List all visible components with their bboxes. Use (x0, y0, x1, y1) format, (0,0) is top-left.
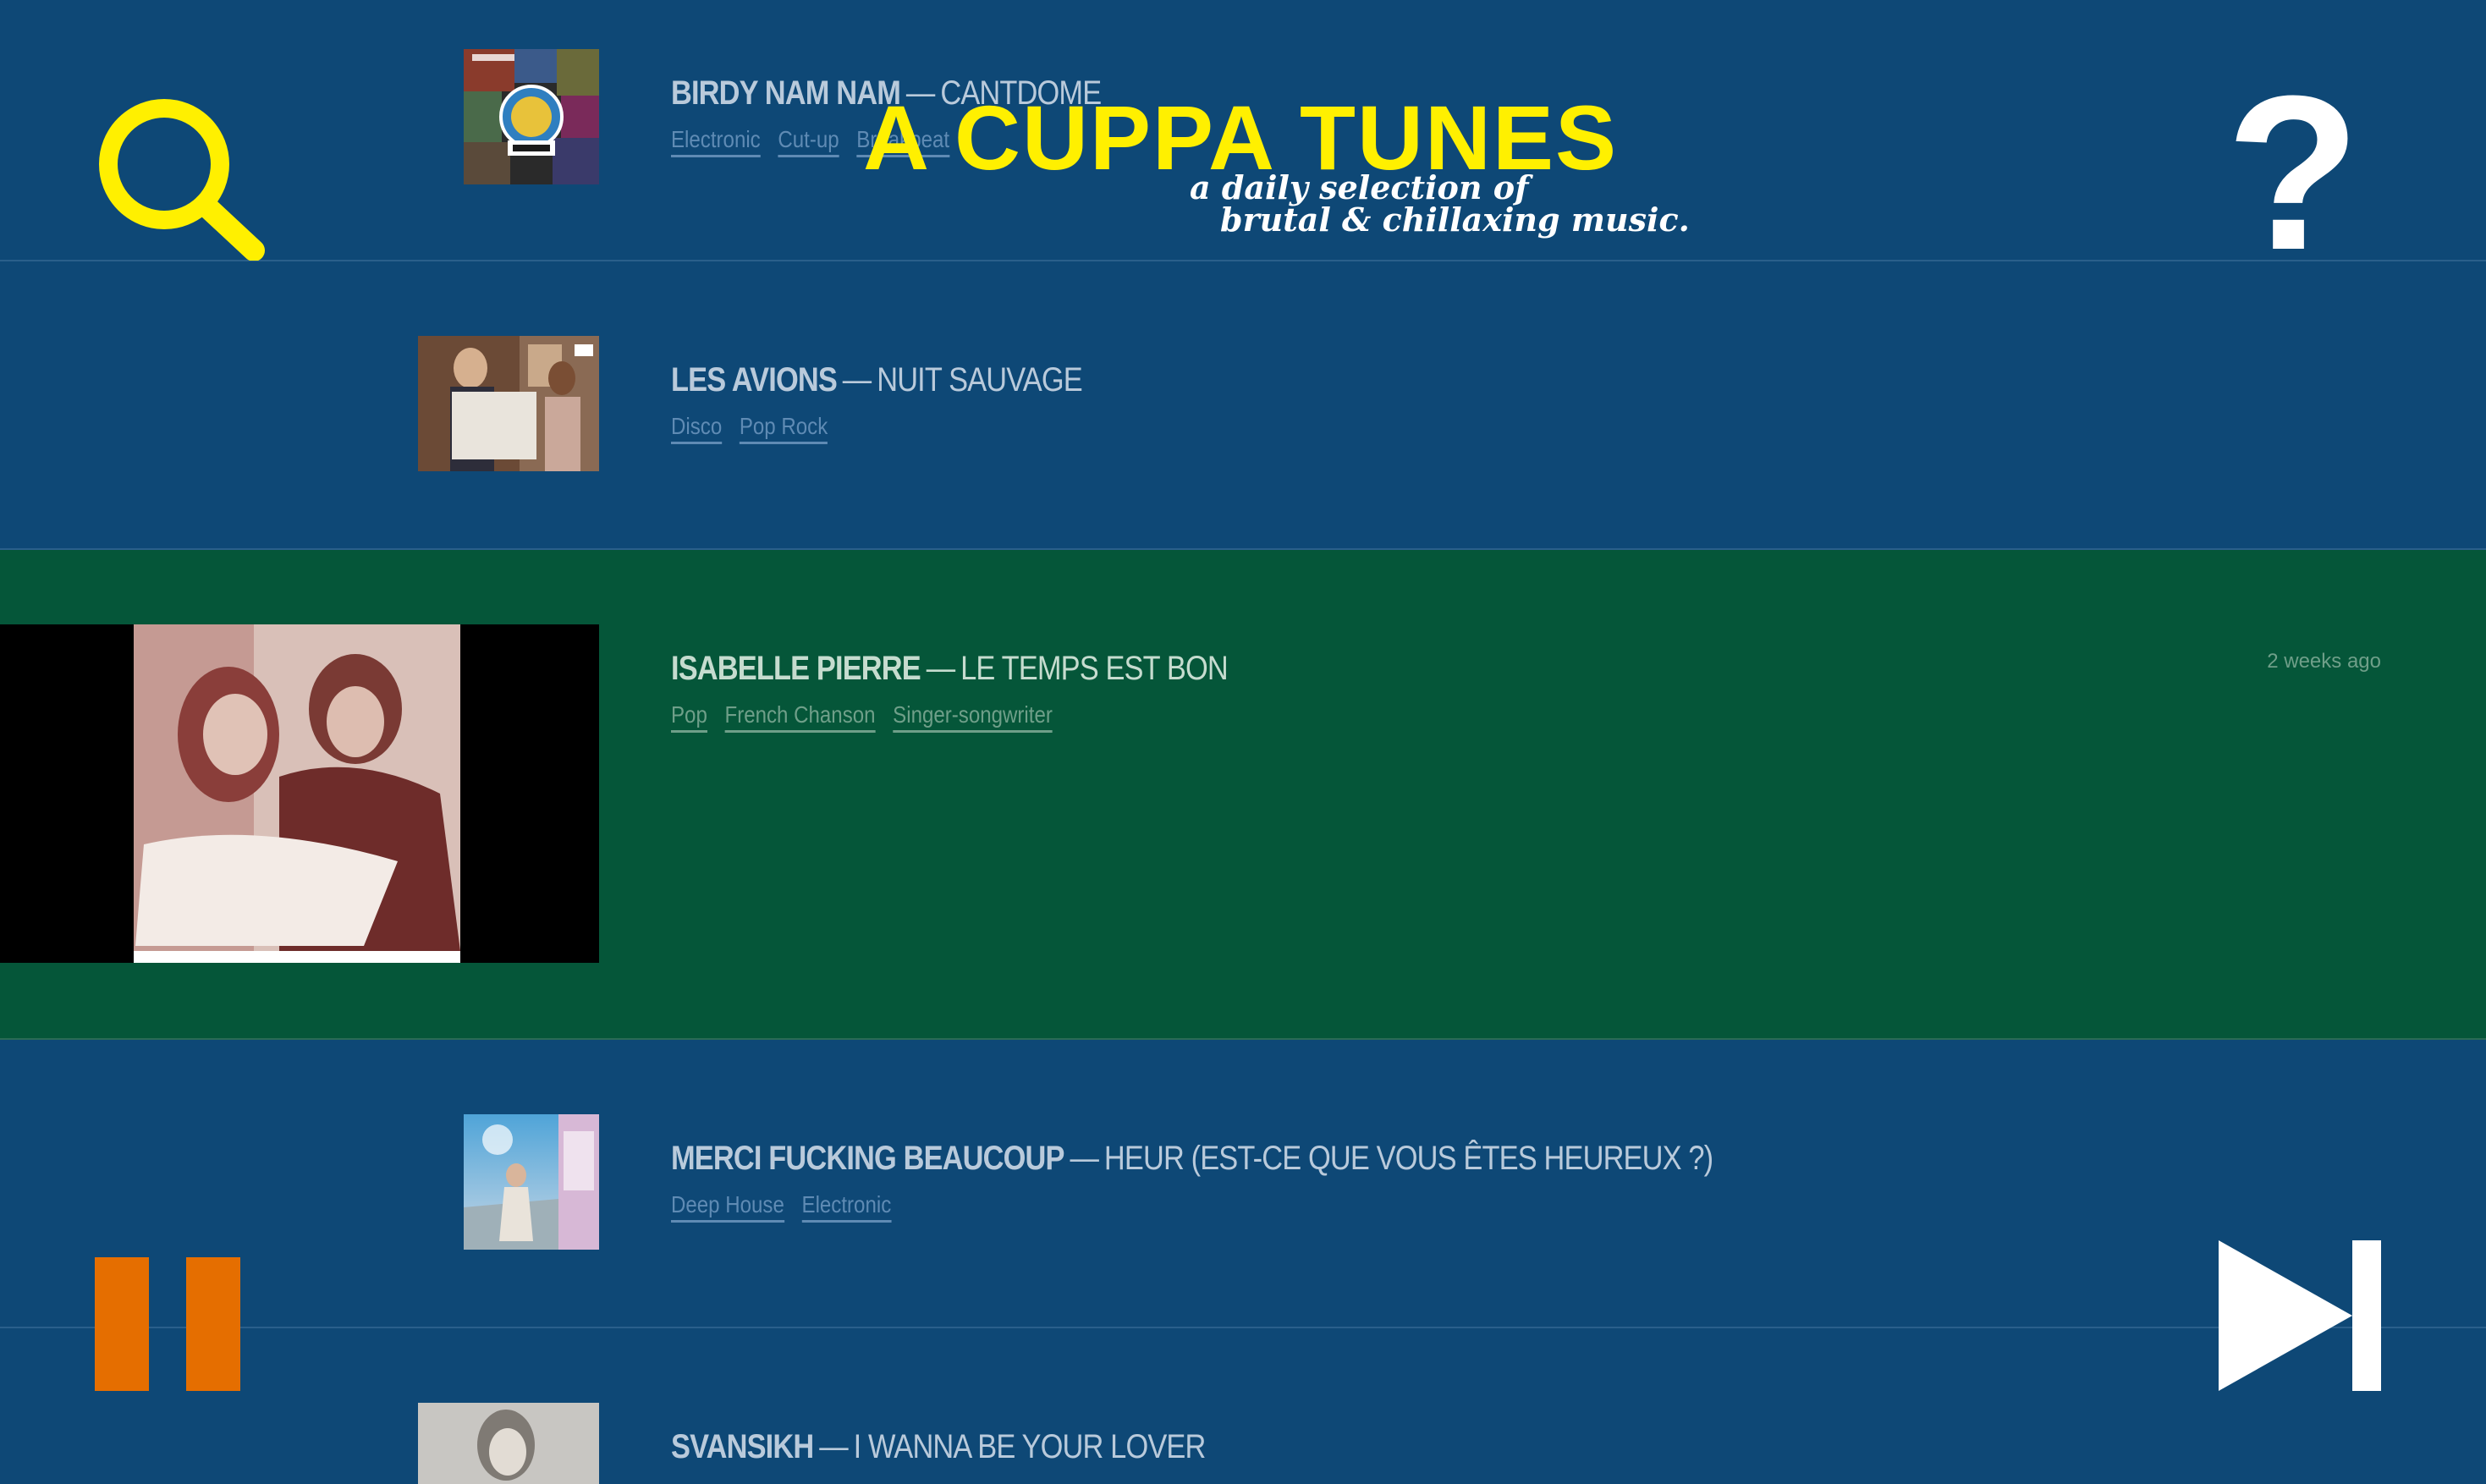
genre-tag[interactable]: Electronic (801, 1191, 892, 1223)
track-title[interactable]: ISABELLE PIERRE — LE TEMPS EST BON (671, 650, 1229, 688)
title-separator: — (926, 650, 955, 687)
site-tagline: a daily selection of brutal & chillaxing… (1190, 172, 1690, 236)
posted-time: 2 weeks ago (2267, 650, 2381, 673)
genre-tag[interactable]: Electronic (671, 126, 761, 157)
artist-name: ISABELLE PIERRE (671, 650, 921, 687)
video-still-image (418, 1403, 599, 1484)
track-row[interactable]: SVANSIKH — I WANNA BE YOUR LOVER (0, 1328, 2486, 1484)
tagline-line-2: brutal & chillaxing music. (1220, 201, 1690, 239)
genre-tag[interactable]: Deep House (671, 1191, 784, 1223)
genre-tag[interactable]: Disco (671, 413, 723, 444)
genre-tag[interactable]: Pop Rock (739, 413, 828, 444)
search-button[interactable] (91, 91, 267, 261)
genre-tag[interactable]: French Chanson (724, 701, 876, 733)
artist-name: SVANSIKH (671, 1428, 814, 1465)
video-thumbnail[interactable] (418, 336, 599, 471)
track-title[interactable]: LES AVIONS — NUIT SAUVAGE (671, 361, 1083, 399)
genre-tags: Disco Pop Rock (671, 413, 1082, 444)
collage-cover-image (464, 49, 599, 184)
track-info: LES AVIONS — NUIT SAUVAGE Disco Pop Rock (671, 361, 1149, 444)
track-info: ISABELLE PIERRE — LE TEMPS EST BON Pop Fren… (671, 650, 1318, 733)
track-row[interactable]: LES AVIONS — NUIT SAUVAGE Disco Pop Rock (0, 261, 2486, 550)
cover-image (464, 1114, 599, 1250)
title-separator: — (842, 361, 872, 398)
video-player[interactable] (0, 624, 599, 963)
track-row-playing[interactable]: ISABELLE PIERRE — LE TEMPS EST BON Pop Fren… (0, 550, 2486, 1040)
genre-tags: Pop French Chanson Singer-songwriter (671, 701, 1228, 733)
genre-tag[interactable]: Cut-up (778, 126, 839, 157)
search-icon (99, 99, 265, 261)
video-frame-image (0, 624, 599, 963)
artist-name: MERCI FUCKING BEAUCOUP (671, 1140, 1064, 1177)
video-thumbnail[interactable] (418, 1403, 599, 1484)
next-track-button[interactable] (2219, 1240, 2383, 1391)
genre-tag[interactable]: Pop (671, 701, 707, 733)
title-separator: — (819, 1428, 848, 1465)
artist-name: LES AVIONS (671, 361, 838, 398)
album-cover-thumbnail[interactable] (464, 1114, 599, 1250)
track-info: SVANSIKH — I WANNA BE YOUR LOVER (671, 1428, 1292, 1466)
pause-icon (95, 1257, 240, 1391)
track-title[interactable]: SVANSIKH — I WANNA BE YOUR LOVER (671, 1428, 1206, 1466)
question-mark-icon: ? (2225, 51, 2361, 296)
album-cover-thumbnail[interactable] (464, 49, 599, 184)
track-info: MERCI FUCKING BEAUCOUP — HEUR (EST-CE QUE … (671, 1140, 1883, 1223)
pause-button[interactable] (95, 1257, 244, 1391)
song-name: HEUR (EST-CE QUE VOUS ÊTES HEUREUX ?) (1103, 1140, 1713, 1177)
genre-tag[interactable]: Singer-songwriter (893, 701, 1053, 733)
video-still-image (418, 336, 599, 471)
page: BIRDY NAM NAM — CANTDOME Electronic Cut-up B… (0, 0, 2486, 1484)
genre-tags: Deep House Electronic (671, 1191, 1713, 1223)
song-name: LE TEMPS EST BON (960, 650, 1229, 687)
help-button[interactable]: ? (2225, 63, 2361, 283)
track-row[interactable]: MERCI FUCKING BEAUCOUP — HEUR (EST-CE QUE … (0, 1040, 2486, 1328)
skip-next-icon (2219, 1240, 2381, 1391)
song-name: NUIT SAUVAGE (877, 361, 1083, 398)
song-name: I WANNA BE YOUR LOVER (853, 1428, 1207, 1465)
track-title[interactable]: MERCI FUCKING BEAUCOUP — HEUR (EST-CE QUE … (671, 1140, 1713, 1178)
title-separator: — (1070, 1140, 1099, 1177)
